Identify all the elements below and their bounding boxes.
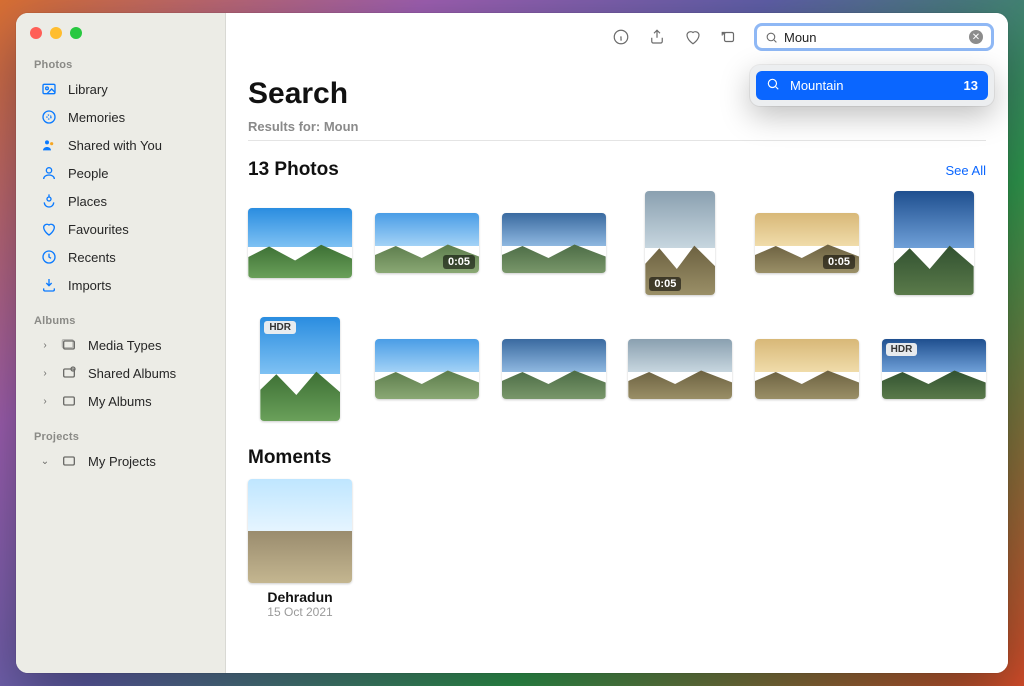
sidebar-section-albums-title: Albums [16, 309, 225, 331]
moment-date: 15 Oct 2021 [248, 605, 352, 619]
photo-thumbnail[interactable] [894, 191, 974, 295]
album-icon [60, 392, 78, 410]
sidebar-item-people[interactable]: People [22, 159, 219, 187]
share-icon[interactable] [646, 26, 668, 48]
sidebar-item-label: My Albums [88, 394, 152, 409]
moments-heading: Moments [248, 447, 331, 469]
memories-icon [40, 108, 58, 126]
people-icon [40, 164, 58, 182]
results-for-label: Results for: Moun [248, 119, 986, 134]
sidebar-item-label: Media Types [88, 338, 161, 353]
moments-section: Moments Dehradun 15 Oct 2021 [248, 447, 986, 619]
sidebar-item-label: Imports [68, 278, 111, 293]
suggestion-count: 13 [964, 78, 978, 93]
search-icon [766, 77, 780, 94]
sidebar-item-media-types[interactable]: › Media Types [22, 331, 219, 359]
sidebar-item-label: Recents [68, 250, 116, 265]
main-content: ✕ Mountain 13 Search Results for: Moun 1… [226, 13, 1008, 673]
photo-thumbnail[interactable] [248, 208, 352, 278]
library-icon [40, 80, 58, 98]
window-controls [16, 23, 225, 53]
photo-thumbnail[interactable]: HDR [882, 339, 986, 399]
sidebar-item-memories[interactable]: Memories [22, 103, 219, 131]
sidebar: Photos Library Memories Shared with You … [16, 13, 226, 673]
info-icon[interactable] [610, 26, 632, 48]
photo-thumbnail[interactable] [502, 213, 606, 273]
sidebar-item-label: My Projects [88, 454, 156, 469]
photo-thumbnail[interactable] [375, 339, 479, 399]
suggestion-label: Mountain [790, 78, 843, 93]
favourite-icon[interactable] [682, 26, 704, 48]
moment-card[interactable]: Dehradun 15 Oct 2021 [248, 479, 352, 619]
content-area: Search Results for: Moun 13 Photos See A… [226, 61, 1008, 619]
duration-badge: 0:05 [443, 255, 475, 269]
clear-search-button[interactable]: ✕ [969, 30, 983, 44]
sidebar-item-my-projects[interactable]: ⌄ My Projects [22, 447, 219, 475]
import-icon [40, 276, 58, 294]
chevron-right-icon: › [40, 396, 50, 407]
photo-grid: 0:05 0:05 0:05 HDR HDR [248, 191, 986, 421]
sidebar-item-label: Library [68, 82, 108, 97]
sidebar-item-favourites[interactable]: Favourites [22, 215, 219, 243]
rotate-icon[interactable] [718, 26, 740, 48]
photo-thumbnail[interactable]: HDR [260, 317, 340, 421]
heart-icon [40, 220, 58, 238]
photo-thumbnail[interactable] [628, 339, 732, 399]
hdr-badge: HDR [264, 321, 296, 334]
search-field[interactable]: ✕ [754, 23, 994, 51]
see-all-link[interactable]: See All [946, 163, 986, 178]
photo-thumbnail[interactable] [502, 339, 606, 399]
minimize-window-button[interactable] [50, 27, 62, 39]
app-window: Photos Library Memories Shared with You … [16, 13, 1008, 673]
search-suggestion-mountain[interactable]: Mountain 13 [756, 71, 988, 100]
sidebar-item-label: Shared Albums [88, 366, 176, 381]
sidebar-item-label: Memories [68, 110, 125, 125]
sidebar-item-label: People [68, 166, 108, 181]
duration-badge: 0:05 [649, 277, 681, 291]
sidebar-item-my-albums[interactable]: › My Albums [22, 387, 219, 415]
hdr-badge: HDR [886, 343, 918, 356]
fullscreen-window-button[interactable] [70, 27, 82, 39]
sidebar-section-photos-title: Photos [16, 53, 225, 75]
album-icon [60, 336, 78, 354]
sidebar-item-label: Shared with You [68, 138, 162, 153]
shared-icon [40, 136, 58, 154]
toolbar: ✕ [226, 13, 1008, 61]
close-window-button[interactable] [30, 27, 42, 39]
sidebar-item-shared-albums[interactable]: › Shared Albums [22, 359, 219, 387]
duration-badge: 0:05 [823, 255, 855, 269]
photos-section-header: 13 Photos See All [248, 159, 986, 181]
sidebar-item-label: Favourites [68, 222, 129, 237]
search-input[interactable] [784, 30, 963, 45]
shared-album-icon [60, 364, 78, 382]
moment-thumbnail [248, 479, 352, 583]
search-icon [765, 31, 778, 44]
search-suggestions: Mountain 13 [750, 65, 994, 106]
photos-heading: 13 Photos [248, 159, 339, 181]
places-icon [40, 192, 58, 210]
photo-thumbnail[interactable]: 0:05 [375, 213, 479, 273]
sidebar-item-shared-with-you[interactable]: Shared with You [22, 131, 219, 159]
moment-title: Dehradun [248, 589, 352, 605]
chevron-right-icon: › [40, 340, 50, 351]
photo-thumbnail[interactable]: 0:05 [645, 191, 715, 295]
photo-thumbnail[interactable] [755, 339, 859, 399]
photo-thumbnail[interactable]: 0:05 [755, 213, 859, 273]
sidebar-item-places[interactable]: Places [22, 187, 219, 215]
sidebar-item-recents[interactable]: Recents [22, 243, 219, 271]
sidebar-section-projects-title: Projects [16, 425, 225, 447]
chevron-right-icon: › [40, 368, 50, 379]
project-icon [60, 452, 78, 470]
chevron-down-icon: ⌄ [40, 456, 50, 467]
sidebar-item-label: Places [68, 194, 107, 209]
clock-icon [40, 248, 58, 266]
sidebar-item-imports[interactable]: Imports [22, 271, 219, 299]
sidebar-item-library[interactable]: Library [22, 75, 219, 103]
